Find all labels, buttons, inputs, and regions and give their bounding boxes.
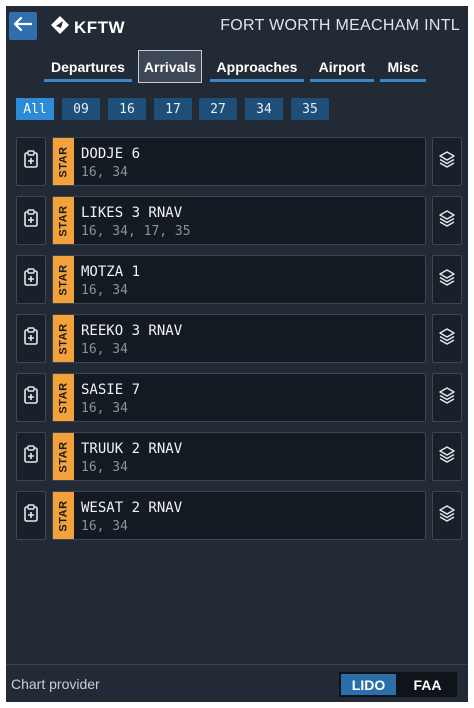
procedure-runways: 16, 34 — [81, 519, 128, 534]
arrow-left-icon — [13, 16, 33, 36]
procedure-runways: 16, 34 — [81, 342, 128, 357]
procedure-runways: 16, 34, 17, 35 — [81, 224, 191, 239]
procedure-card[interactable]: STAR WESAT 2 RNAV 16, 34 — [52, 491, 426, 540]
layers-icon — [438, 504, 456, 527]
navigraph-logo-icon — [50, 15, 70, 40]
procedure-runways: 16, 34 — [81, 401, 128, 416]
chart-layers-button[interactable] — [432, 491, 462, 540]
header: KFTW FORT WORTH MEACHAM INTL — [6, 6, 468, 46]
procedure-card[interactable]: STAR MOTZA 1 16, 34 — [52, 255, 426, 304]
procedure-name: MOTZA 1 — [81, 264, 141, 280]
procedure-runways: 16, 34 — [81, 460, 128, 475]
list-item: STAR TRUUK 2 RNAV 16, 34 — [16, 432, 462, 481]
add-to-clipboard-button[interactable] — [16, 373, 46, 422]
tab-arrivals[interactable]: Arrivals — [138, 50, 202, 83]
airport-logo: KFTW — [50, 15, 125, 40]
tab-airport[interactable]: Airport — [310, 54, 374, 82]
chart-layers-button[interactable] — [432, 373, 462, 422]
clipboard-plus-icon — [24, 209, 38, 232]
layers-icon — [438, 386, 456, 409]
list-item: STAR MOTZA 1 16, 34 — [16, 255, 462, 304]
procedure-name: TRUUK 2 RNAV — [81, 441, 183, 457]
tab-approaches[interactable]: Approaches — [210, 54, 304, 82]
procedure-type-badge: STAR — [53, 492, 74, 539]
procedure-card[interactable]: STAR TRUUK 2 RNAV 16, 34 — [52, 432, 426, 481]
clipboard-plus-icon — [24, 268, 38, 291]
chart-layers-button[interactable] — [432, 314, 462, 363]
provider-faa-button[interactable]: FAA — [398, 672, 457, 697]
clipboard-plus-icon — [24, 386, 38, 409]
runway-filter-35[interactable]: 35 — [291, 98, 329, 120]
procedure-name: LIKES 3 RNAV — [81, 205, 183, 221]
add-to-clipboard-button[interactable] — [16, 196, 46, 245]
clipboard-plus-icon — [24, 150, 38, 173]
chart-browser-panel: KFTW FORT WORTH MEACHAM INTL Departures … — [6, 6, 468, 702]
chart-provider-label: Chart provider — [11, 676, 100, 692]
procedure-runways: 16, 34 — [81, 165, 128, 180]
tab-misc[interactable]: Misc — [380, 54, 426, 82]
airport-name: FORT WORTH MEACHAM INTL — [220, 17, 460, 34]
runway-filter-17[interactable]: 17 — [154, 98, 192, 120]
add-to-clipboard-button[interactable] — [16, 432, 46, 481]
chart-layers-button[interactable] — [432, 137, 462, 186]
tab-departures[interactable]: Departures — [44, 54, 132, 82]
airport-icao: KFTW — [74, 17, 126, 37]
clipboard-plus-icon — [24, 504, 38, 527]
procedure-name: SASIE 7 — [81, 382, 141, 398]
procedure-type-badge: STAR — [53, 433, 74, 480]
chart-layers-button[interactable] — [432, 196, 462, 245]
add-to-clipboard-button[interactable] — [16, 491, 46, 540]
procedure-name: DODJE 6 — [81, 146, 141, 162]
procedure-name: REEKO 3 RNAV — [81, 323, 183, 339]
runway-filter-09[interactable]: 09 — [62, 98, 100, 120]
add-to-clipboard-button[interactable] — [16, 314, 46, 363]
add-to-clipboard-button[interactable] — [16, 255, 46, 304]
list-item: STAR DODJE 6 16, 34 — [16, 137, 462, 186]
clipboard-plus-icon — [24, 327, 38, 350]
procedure-type-badge: STAR — [53, 374, 74, 421]
runway-filter-27[interactable]: 27 — [199, 98, 237, 120]
layers-icon — [438, 268, 456, 291]
list-item: STAR LIKES 3 RNAV 16, 34, 17, 35 — [16, 196, 462, 245]
layers-icon — [438, 327, 456, 350]
layers-icon — [438, 150, 456, 173]
procedure-type-badge: STAR — [53, 256, 74, 303]
list-item: STAR REEKO 3 RNAV 16, 34 — [16, 314, 462, 363]
runway-filter-16[interactable]: 16 — [108, 98, 146, 120]
procedure-card[interactable]: STAR REEKO 3 RNAV 16, 34 — [52, 314, 426, 363]
runway-filter-34[interactable]: 34 — [245, 98, 283, 120]
procedure-card[interactable]: STAR LIKES 3 RNAV 16, 34, 17, 35 — [52, 196, 426, 245]
procedure-card[interactable]: STAR DODJE 6 16, 34 — [52, 137, 426, 186]
procedure-type-badge: STAR — [53, 138, 74, 185]
add-to-clipboard-button[interactable] — [16, 137, 46, 186]
procedure-runways: 16, 34 — [81, 283, 128, 298]
chart-layers-button[interactable] — [432, 255, 462, 304]
chart-layers-button[interactable] — [432, 432, 462, 481]
procedure-name: WESAT 2 RNAV — [81, 500, 183, 516]
layers-icon — [438, 445, 456, 468]
chart-provider-toggle: LIDO FAA — [339, 672, 457, 697]
provider-lido-button[interactable]: LIDO — [341, 674, 396, 695]
layers-icon — [438, 209, 456, 232]
procedure-card[interactable]: STAR SASIE 7 16, 34 — [52, 373, 426, 422]
footer-divider — [6, 664, 468, 665]
back-button[interactable] — [9, 12, 37, 40]
list-item: STAR SASIE 7 16, 34 — [16, 373, 462, 422]
procedure-type-badge: STAR — [53, 197, 74, 244]
procedure-type-badge: STAR — [53, 315, 74, 362]
chart-category-tabs: Departures Arrivals Approaches Airport M… — [6, 50, 468, 86]
runway-filter-all[interactable]: All — [16, 98, 54, 120]
clipboard-plus-icon — [24, 445, 38, 468]
list-item: STAR WESAT 2 RNAV 16, 34 — [16, 491, 462, 540]
